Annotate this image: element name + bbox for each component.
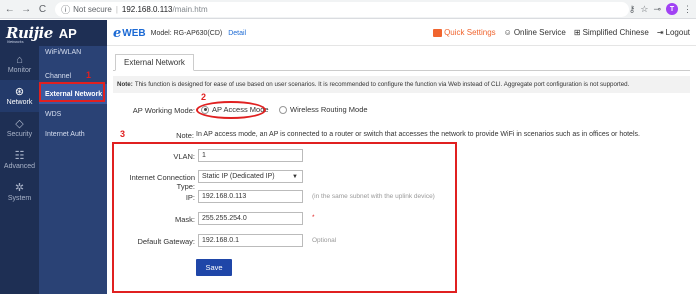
logout-button[interactable]: ⇥ Logout bbox=[657, 28, 690, 37]
nav-network[interactable]: ⊛ Network bbox=[0, 80, 39, 112]
users-icon: ☷ bbox=[14, 150, 25, 162]
note-text: This function is designed for ease of us… bbox=[134, 81, 630, 88]
tab-strip: External Network bbox=[113, 54, 690, 71]
annotation-ellipse-2 bbox=[196, 101, 266, 119]
extension-icon[interactable]: ⊸ bbox=[653, 4, 661, 15]
reload-icon[interactable]: C bbox=[36, 2, 49, 16]
gear-icon: ✲ bbox=[14, 182, 25, 194]
nav-label: Network bbox=[6, 99, 33, 106]
logo-subtitle: Networks bbox=[7, 39, 24, 44]
eweb-logo: e WEB Model: RG-AP630(CD) Detail bbox=[113, 26, 246, 41]
note-banner: Note: This function is designed for ease… bbox=[113, 76, 690, 93]
annotation-number-1: 1 bbox=[86, 70, 92, 80]
vlan-input[interactable]: 1 bbox=[198, 149, 303, 162]
main-content: External Network Note: This function is … bbox=[107, 46, 696, 294]
gateway-input[interactable]: 192.168.0.1 bbox=[198, 234, 303, 247]
online-service-label: Online Service bbox=[513, 28, 566, 37]
annotation-number-2: 2 bbox=[201, 92, 207, 102]
subnav-wifi-wlan[interactable]: WiFi/WLAN bbox=[39, 46, 107, 66]
note2-label: Note: bbox=[176, 131, 194, 140]
menu-icon[interactable]: ⋮ bbox=[683, 4, 692, 15]
url-separator: | bbox=[115, 4, 118, 14]
mask-required-mark: * bbox=[312, 214, 315, 221]
mask-input[interactable]: 255.255.254.0 bbox=[198, 212, 303, 225]
language-label: Simplified Chinese bbox=[582, 28, 649, 37]
connection-type-select[interactable]: Static IP (Dedicated IP) ▼ bbox=[198, 170, 303, 183]
annotation-box-1 bbox=[39, 82, 105, 102]
subnav-internet-auth[interactable]: Internet Auth bbox=[39, 124, 107, 144]
wireless-routing-mode-radio[interactable] bbox=[279, 105, 287, 114]
logout-label: Logout bbox=[665, 28, 690, 37]
eweb-word: WEB bbox=[122, 28, 146, 39]
mask-label: Mask: bbox=[174, 215, 195, 224]
security-label: Not secure bbox=[73, 4, 112, 14]
network-icon: ⊛ bbox=[14, 86, 25, 98]
url-path: /main.htm bbox=[172, 4, 208, 14]
nav-label: Advanced bbox=[3, 163, 36, 170]
wireless-routing-mode-label: Wireless Routing Mode bbox=[290, 105, 368, 114]
wireless-routing-mode-option[interactable]: Wireless Routing Mode bbox=[279, 105, 368, 114]
note-label: Note: bbox=[117, 81, 133, 88]
save-button[interactable]: Save bbox=[196, 259, 232, 276]
shield-icon: ◇ bbox=[15, 118, 24, 130]
connection-type-value: Static IP (Dedicated IP) bbox=[202, 173, 275, 180]
ip-label: IP: bbox=[185, 193, 195, 202]
person-icon: ☺ bbox=[503, 28, 512, 37]
quick-settings-label: Quick Settings bbox=[444, 28, 496, 37]
online-service-button[interactable]: ☺ Online Service bbox=[504, 28, 566, 37]
tab-external-network[interactable]: External Network bbox=[115, 54, 194, 71]
star-icon[interactable]: ☆ bbox=[640, 4, 648, 15]
nav-label: System bbox=[7, 195, 32, 202]
eweb-e: e bbox=[113, 26, 122, 41]
app-header: Ruijie AP Networks e WEB Model: RG-AP630… bbox=[0, 20, 696, 46]
annotation-number-3: 3 bbox=[120, 129, 126, 139]
vlan-label: VLAN: bbox=[173, 152, 195, 161]
nav-monitor[interactable]: ⌂ Monitor bbox=[0, 48, 39, 80]
gateway-label: Default Gateway: bbox=[137, 237, 195, 246]
house-icon: ⌂ bbox=[16, 54, 23, 66]
ap-working-mode-label: AP Working Mode: bbox=[132, 106, 195, 115]
detail-link[interactable]: Detail bbox=[228, 30, 246, 37]
info-icon[interactable]: ⓘ bbox=[61, 3, 70, 16]
note2-text: In AP access mode, an AP is connected to… bbox=[196, 131, 640, 138]
brand-logo: Ruijie AP Networks bbox=[0, 20, 107, 46]
connection-type-label: Internet Connection Type: bbox=[129, 173, 195, 191]
ip-hint: (in the same subnet with the uplink devi… bbox=[312, 193, 435, 200]
nav-system[interactable]: ✲ System bbox=[0, 176, 39, 208]
back-arrow-icon[interactable]: ← bbox=[3, 2, 16, 16]
quick-settings-button[interactable]: Quick Settings bbox=[433, 28, 496, 37]
primary-nav: ⌂ Monitor ⊛ Network ◇ Security ☷ Advance… bbox=[0, 46, 39, 294]
logout-icon: ⇥ bbox=[656, 28, 664, 37]
ip-input[interactable]: 192.168.0.113 bbox=[198, 190, 303, 203]
logo-ap: AP bbox=[58, 25, 77, 41]
address-bar[interactable]: ⓘ Not secure | 192.168.0.113 /main.htm bbox=[55, 1, 629, 17]
nav-label: Monitor bbox=[7, 67, 32, 74]
chevron-down-icon: ▼ bbox=[292, 173, 298, 180]
browser-toolbar: ← → C ⓘ Not secure | 192.168.0.113 /main… bbox=[0, 0, 696, 19]
nav-label: Security bbox=[6, 131, 33, 138]
forward-arrow-icon[interactable]: → bbox=[19, 2, 32, 16]
language-button[interactable]: ⊞ Simplified Chinese bbox=[574, 28, 649, 37]
nav-advanced[interactable]: ☷ Advanced bbox=[0, 144, 39, 176]
model-label: Model: RG-AP630(CD) bbox=[150, 30, 223, 37]
subnav-wds[interactable]: WDS bbox=[39, 104, 107, 124]
quick-settings-icon bbox=[433, 28, 443, 37]
nav-security[interactable]: ◇ Security bbox=[0, 112, 39, 144]
language-icon: ⊞ bbox=[573, 28, 581, 37]
gateway-hint: Optional bbox=[312, 237, 337, 244]
url-host: 192.168.0.113 bbox=[121, 4, 173, 14]
key-icon[interactable]: ⚷ bbox=[629, 4, 636, 15]
profile-avatar[interactable]: T bbox=[666, 3, 678, 15]
